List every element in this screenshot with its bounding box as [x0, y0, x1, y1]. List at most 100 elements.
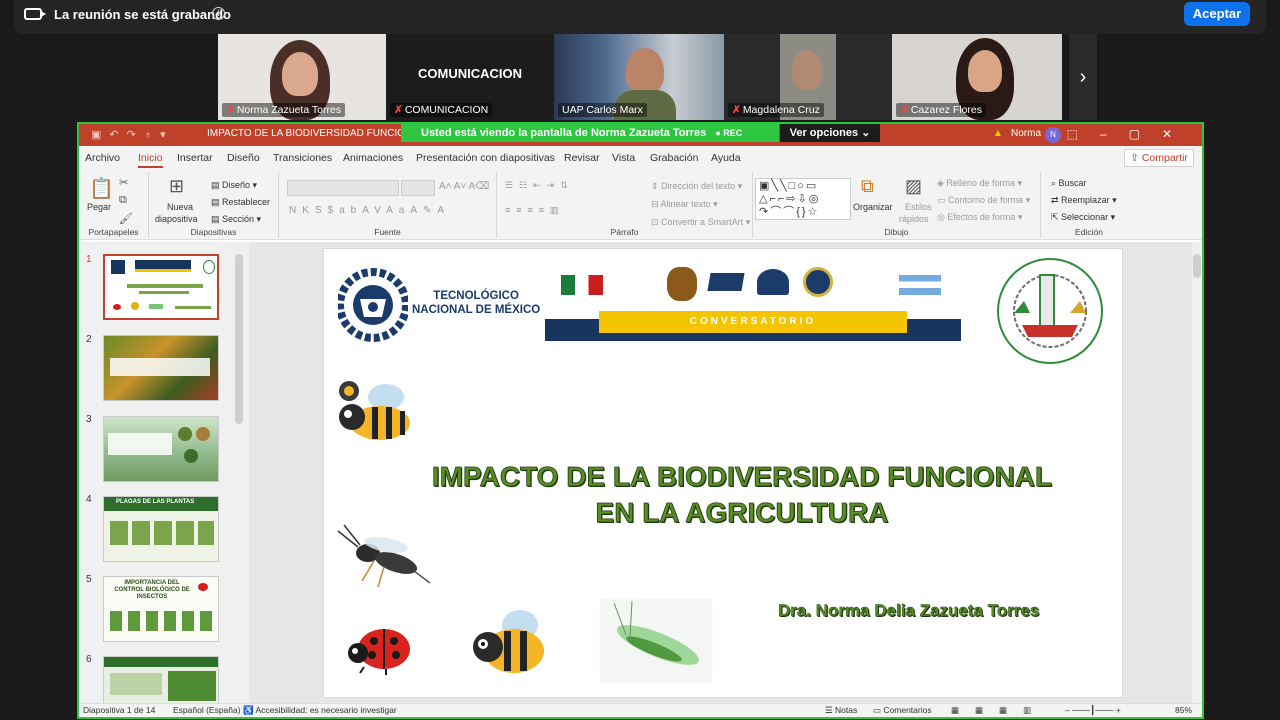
copy-icon[interactable]: ⧉: [119, 194, 127, 207]
tab-ayuda[interactable]: Ayuda: [711, 152, 741, 164]
paste-button[interactable]: Pegar: [87, 202, 111, 212]
thumb-number: 3: [86, 414, 92, 425]
shape-outline-button[interactable]: ▭ Contorno de forma ▾: [937, 195, 1030, 206]
thumb-number: 6: [86, 654, 92, 665]
zoom-level[interactable]: 85%: [1175, 705, 1192, 715]
wasp-icon: [337, 524, 431, 588]
rec-badge: ● REC: [715, 128, 743, 138]
tab-vista[interactable]: Vista: [612, 152, 635, 164]
user-name[interactable]: Norma: [1011, 128, 1041, 139]
thumb-title: PLAGAS DE LAS PLANTAS: [116, 499, 195, 505]
shape-effects-button[interactable]: ◎ Efectos de forma ▾: [937, 212, 1022, 223]
next-page-arrow-icon[interactable]: ›: [1069, 34, 1097, 120]
tab-archivo[interactable]: Archivo: [85, 152, 120, 164]
zoom-slider[interactable]: – ───┃─── +: [1065, 705, 1121, 716]
accept-button[interactable]: Aceptar: [1184, 2, 1250, 26]
slide-thumbnails-pane: 1 2 3 4 PLAGAS DE LAS PLANTAS 5 IMPORTAN…: [79, 242, 249, 707]
paste-icon[interactable]: 📋: [89, 176, 114, 201]
tab-inicio[interactable]: Inicio: [138, 152, 163, 168]
canvas-scrollbar[interactable]: [1192, 242, 1202, 707]
layout-button[interactable]: ▤ Diseño ▾: [211, 180, 257, 191]
thumb-seal: [203, 260, 215, 274]
thumb-textbox: [110, 358, 210, 376]
participant-face: [792, 50, 822, 90]
select-button[interactable]: ⇱ Seleccionar ▾: [1051, 212, 1115, 223]
participant-tile[interactable]: UAP Carlos Marx: [554, 34, 724, 120]
thumb-logo: [111, 260, 125, 274]
tab-animaciones[interactable]: Animaciones: [343, 152, 403, 164]
participant-tile[interactable]: ✗ Cazarez Flores: [892, 34, 1062, 120]
info-icon[interactable]: i: [212, 7, 225, 20]
font-label: Fuente: [374, 227, 401, 237]
list-buttons[interactable]: ☰☷⇤⇥⇅: [505, 180, 574, 191]
tab-transiciones[interactable]: Transiciones: [273, 152, 332, 164]
quick-access-toolbar[interactable]: ▣↶↷♁▾: [91, 128, 174, 141]
current-slide[interactable]: TECNOLÓGICO NACIONAL DE MÉXICO CONVERSATO…: [323, 248, 1123, 698]
share-button[interactable]: ⇪ Compartir: [1124, 149, 1194, 167]
slide-thumbnail[interactable]: IMPORTANCIA DEL CONTROL BIOLÓGICO DE INS…: [103, 576, 219, 642]
thumbnails-scrollbar[interactable]: [235, 254, 243, 424]
tab-presentacion[interactable]: Presentación con diapositivas: [416, 152, 555, 164]
avatar[interactable]: N: [1045, 127, 1061, 143]
view-options-button[interactable]: Ver opciones ⌄: [780, 124, 880, 142]
canvas-scroll-thumb[interactable]: [1193, 254, 1201, 278]
tecnm-logo: [338, 268, 408, 342]
window-controls[interactable]: ⬚–▢✕: [1067, 127, 1194, 141]
reset-button[interactable]: ▤ Restablecer: [211, 197, 270, 208]
shape-fill-button[interactable]: ◈ Relleno de forma ▾: [937, 178, 1022, 189]
slide-thumbnail[interactable]: [103, 656, 219, 707]
font-format-buttons[interactable]: NKS$abAVAaA✎A: [289, 205, 450, 216]
clipboard-group: 📋 Pegar ✂ ⧉ 🖌 Portapapeles: [79, 172, 149, 238]
tab-revisar[interactable]: Revisar: [564, 152, 600, 164]
text-direction-button[interactable]: ⇕ Dirección del texto ▾: [651, 181, 742, 192]
tab-grabacion[interactable]: Grabación: [650, 152, 698, 164]
font-size-select[interactable]: [401, 180, 435, 196]
align-buttons[interactable]: ≡≡≡≡▥: [505, 205, 565, 216]
slide-thumbnail[interactable]: [103, 335, 219, 401]
format-painter-icon[interactable]: 🖌: [119, 212, 133, 225]
thumb-title: [127, 284, 203, 288]
arrange-icon[interactable]: ⧉: [861, 176, 874, 197]
quick-styles-icon[interactable]: ▨: [905, 176, 922, 197]
view-buttons[interactable]: ▦▦▦▥: [951, 705, 1047, 716]
cut-icon[interactable]: ✂: [119, 176, 128, 189]
participant-tile[interactable]: ✗ Norma Zazueta Torres: [218, 34, 386, 120]
mic-muted-icon: ✗: [226, 104, 235, 116]
slide-thumbnail[interactable]: PLAGAS DE LAS PLANTAS: [103, 496, 219, 562]
participant-tile[interactable]: ✗ Magdalena Cruz: [724, 34, 892, 120]
shapes-gallery[interactable]: ▣╲╲□○▭ △⌐⌐⇨⇩◎ ↷⌒⌒{}☆: [755, 178, 851, 220]
tab-insertar[interactable]: Insertar: [177, 152, 213, 164]
warning-icon[interactable]: ▲: [993, 128, 1003, 139]
mexico-flag-icon: [561, 275, 603, 295]
thumb-ladybug: [198, 583, 208, 591]
section-button[interactable]: ▤ Sección ▾: [211, 214, 261, 225]
replace-button[interactable]: ⇄ Reemplazar ▾: [1051, 195, 1117, 206]
slide-counter: Diapositiva 1 de 14: [83, 705, 156, 715]
new-slide-button-line2[interactable]: diapositiva: [155, 214, 198, 224]
slide-thumbnail[interactable]: [103, 416, 219, 482]
notes-button[interactable]: ☰ Notas: [825, 705, 857, 716]
tab-diseno[interactable]: Diseño: [227, 152, 260, 164]
new-slide-button[interactable]: Nueva: [167, 202, 193, 212]
thumb-header: [104, 657, 218, 667]
thumb-author: [175, 306, 211, 309]
conversatorio-label: CONVERSATORIO: [599, 311, 907, 333]
find-button[interactable]: ⌕ Buscar: [1051, 178, 1087, 189]
arrange-button[interactable]: Organizar: [853, 202, 893, 212]
align-text-button[interactable]: ⊟ Alinear texto ▾: [651, 199, 718, 210]
itse-seal-logo: [997, 258, 1103, 364]
accessibility-indicator[interactable]: ♿ Accesibilidad: es necesario investigar: [243, 705, 397, 716]
participant-tile[interactable]: COMUNICACION ✗ COMUNICACION: [386, 34, 554, 120]
language-indicator[interactable]: Español (España): [173, 705, 241, 715]
slide-title[interactable]: IMPACTO DE LA BIODIVERSIDAD FUNCIONAL EN …: [324, 459, 1122, 531]
slide-author[interactable]: Dra. Norma Delia Zazueta Torres: [778, 601, 1040, 621]
slide-thumbnail[interactable]: [103, 254, 219, 320]
new-slide-icon[interactable]: ⊞: [169, 176, 184, 197]
thumb-banner: [135, 260, 191, 272]
font-size-buttons[interactable]: A˄ A˅ A⌫: [439, 181, 489, 192]
quick-styles-button-line2[interactable]: rápidos: [899, 214, 929, 224]
mic-muted-icon: ✗: [900, 104, 909, 116]
quick-styles-button[interactable]: Estilos: [905, 202, 932, 212]
comments-button[interactable]: ▭ Comentarios: [873, 705, 932, 716]
font-name-select[interactable]: [287, 180, 399, 196]
